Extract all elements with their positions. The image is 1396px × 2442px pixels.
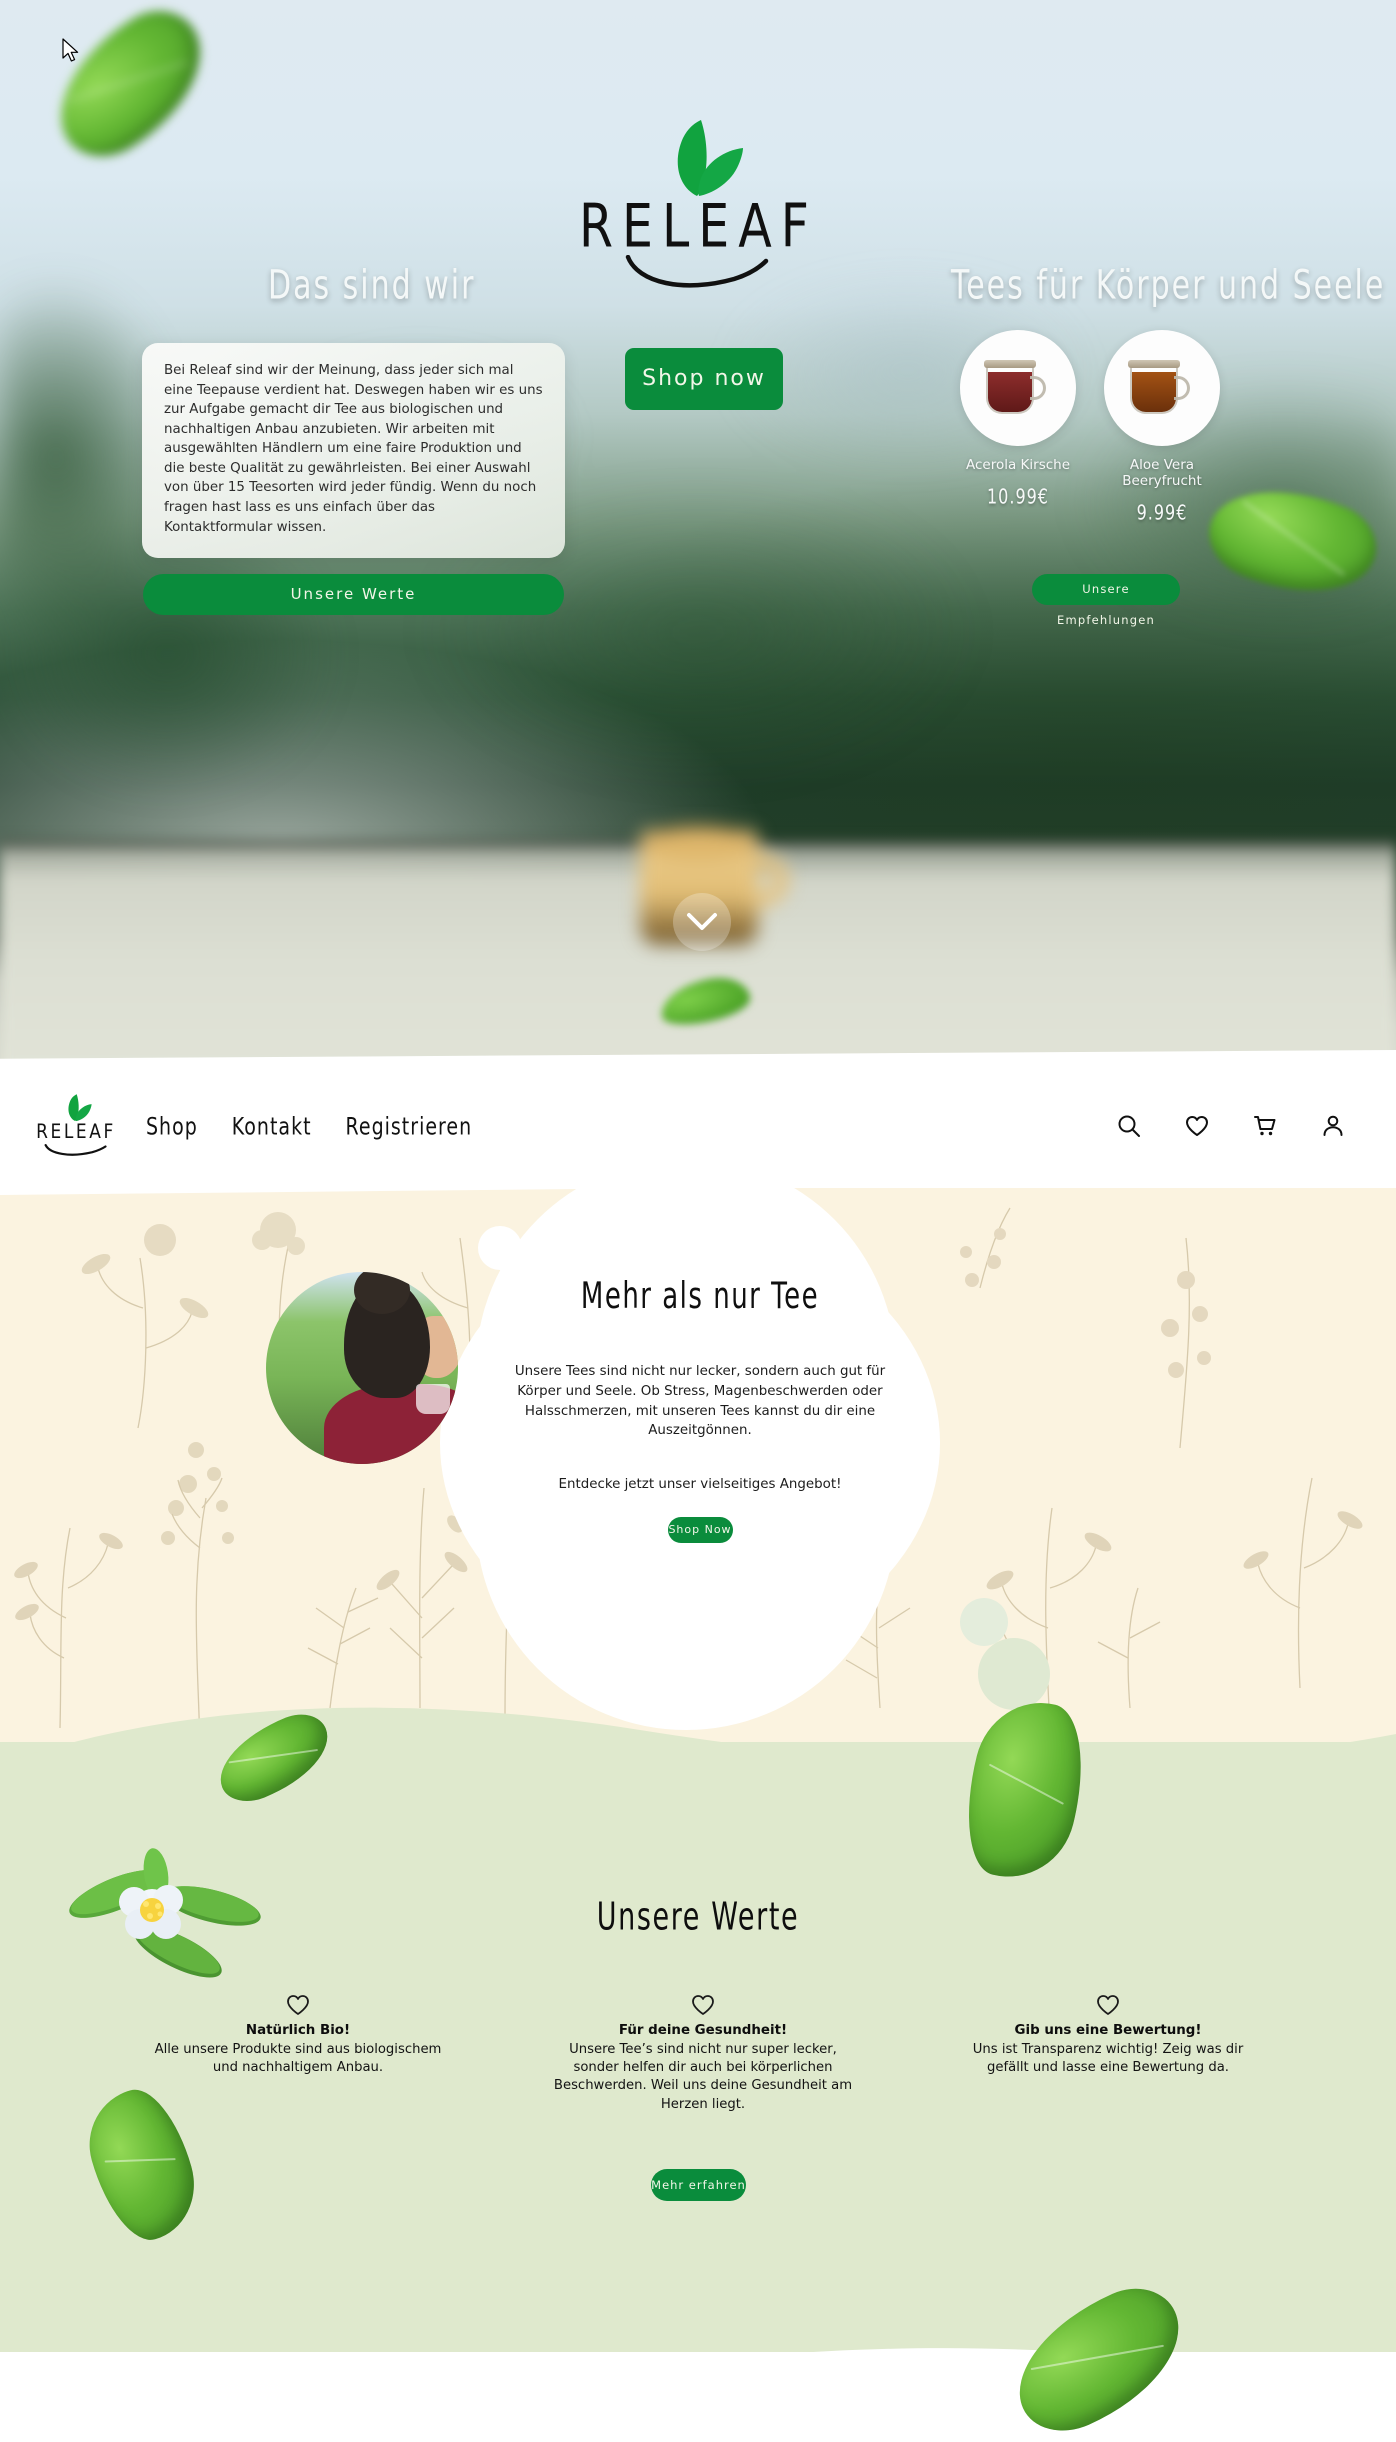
more-than-tea-section: Mehr als nur Tee Unsere Tees sind nicht … [0, 1188, 1396, 1758]
nav-link-shop[interactable]: Shop [146, 1112, 198, 1140]
heart-icon [1095, 1995, 1121, 2022]
tea-flower-photo [60, 1840, 280, 1990]
product-price: 9.99€ [1136, 500, 1188, 526]
heart-icon [690, 1995, 716, 2022]
value-heading: Natürlich Bio! [245, 2023, 351, 2038]
values-section: Unsere Werte Natürlich Bio! Alle unsere … [0, 1742, 1396, 2352]
hero-values-button[interactable]: Unsere Werte [143, 574, 564, 615]
about-us-card: Bei Releaf sind wir der Meinung, dass je… [142, 343, 565, 558]
featured-products: Acerola Kirsche 10.99€ Aloe Vera Beeryfr… [945, 330, 1235, 525]
decorative-dot [478, 1226, 522, 1270]
value-heading: Gib uns eine Bewertung! [1014, 2023, 1202, 2038]
cart-icon[interactable] [1252, 1113, 1278, 1139]
section-title: Mehr als nur Tee [580, 1276, 820, 1318]
leaf-logo-icon [651, 120, 747, 198]
product-name: Acerola Kirsche [965, 457, 1071, 473]
hero-left-heading: Das sind wir [268, 261, 476, 310]
mid-shop-now-button[interactable]: Shop Now [667, 1517, 733, 1544]
account-icon[interactable] [1320, 1113, 1346, 1139]
product-card[interactable]: Acerola Kirsche 10.99€ [960, 330, 1076, 522]
product-image [960, 330, 1076, 446]
navigation-bar: RELEAF Shop Kontakt Registrieren [0, 1050, 1396, 1195]
about-us-text: Bei Releaf sind wir der Meinung, dass je… [164, 363, 543, 535]
product-price: 10.99€ [987, 484, 1049, 510]
hero-right-heading: Tees für Körper und Seele [951, 261, 1386, 310]
chevron-down-icon [687, 913, 717, 930]
nav-icon-group [1116, 1113, 1346, 1139]
nav-logo-wordmark: RELEAF [36, 1120, 116, 1144]
wave-divider-bottom [0, 2348, 1396, 2442]
value-column: Für deine Gesundheit! Unsere Tee’s sind … [553, 1992, 853, 2114]
hero-shop-now-button[interactable]: Shop now [625, 348, 783, 410]
heart-icon [285, 1995, 311, 2022]
learn-more-button[interactable]: Mehr erfahren [651, 2169, 746, 2201]
section-paragraph: Unsere Tees sind nicht nur lecker, sonde… [514, 1364, 886, 1439]
product-card[interactable]: Aloe Vera Beeryfrucht 9.99€ [1104, 330, 1220, 525]
nav-links: Shop Kontakt Registrieren [146, 1112, 472, 1140]
leaf-logo-icon [59, 1094, 93, 1122]
logo-smile-stroke [44, 1144, 107, 1156]
value-column: Gib uns eine Bewertung! Uns ist Transpar… [958, 1992, 1258, 2114]
values-columns: Natürlich Bio! Alle unsere Produkte sind… [148, 1992, 1258, 2114]
product-image [1104, 330, 1220, 446]
hero-section: RELEAF Shop now Das sind wir Bei Releaf … [0, 0, 1396, 1090]
wave-divider-green [0, 1707, 1396, 1830]
woman-drinking-tea-photo [266, 1272, 458, 1464]
search-icon[interactable] [1116, 1113, 1142, 1139]
nav-link-kontakt[interactable]: Kontakt [232, 1112, 312, 1140]
logo-wordmark: RELEAF [579, 191, 818, 262]
scroll-down-button[interactable] [673, 893, 731, 951]
value-column: Natürlich Bio! Alle unsere Produkte sind… [148, 1992, 448, 2114]
value-heading: Für deine Gesundheit! [618, 2023, 788, 2038]
heart-icon[interactable] [1184, 1113, 1210, 1139]
section-cta-line: Entdecke jetzt unser vielseitiges Angebo… [558, 1477, 842, 1493]
hero-recommendations-button[interactable]: Unsere Empfehlungen [1032, 574, 1180, 627]
value-text: Uns ist Transparenz wichtig! Zeig was di… [972, 2042, 1244, 2076]
mouse-cursor [62, 38, 80, 69]
product-name: Aloe Vera Beeryfrucht [1122, 457, 1202, 490]
value-text: Unsere Tee’s sind nicht nur super lecker… [553, 2042, 853, 2112]
value-text: Alle unsere Produkte sind aus biologisch… [154, 2042, 442, 2076]
hero-logo: RELEAF [566, 120, 831, 291]
page-root: RELEAF Shop now Das sind wir Bei Releaf … [0, 0, 1396, 2442]
nav-link-registrieren[interactable]: Registrieren [346, 1112, 473, 1140]
more-than-tea-content: Mehr als nur Tee Unsere Tees sind nicht … [505, 1276, 895, 1544]
decorative-dot [960, 1598, 1008, 1646]
nav-logo[interactable]: RELEAF [32, 1094, 120, 1157]
